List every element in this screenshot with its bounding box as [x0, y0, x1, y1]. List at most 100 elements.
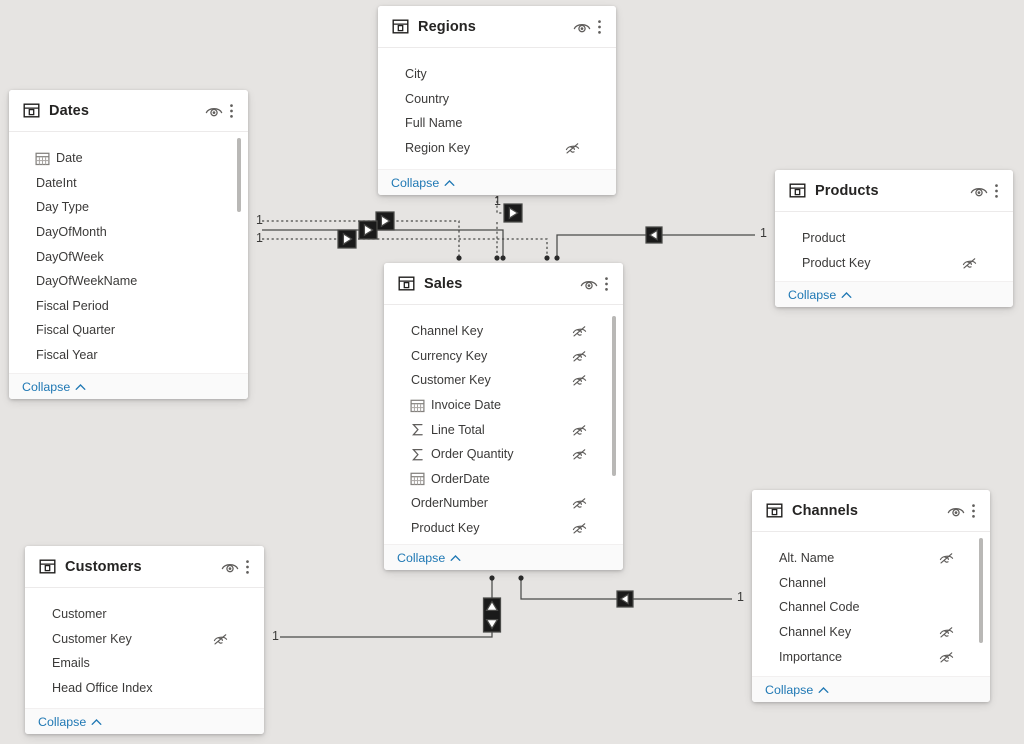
table-card-customers[interactable]: Customers CustomerCustomer KeyEmails Head … [25, 546, 264, 734]
field-row[interactable]: Product Key [775, 251, 1013, 276]
field-row[interactable]: Day Type [9, 195, 248, 220]
field-row[interactable]: DayOfWeekName [9, 269, 248, 294]
field-row[interactable]: OrderNumber [384, 491, 623, 516]
field-row[interactable]: Customer [25, 602, 264, 627]
field-row[interactable]: DayOfWeek [9, 244, 248, 269]
field-row[interactable]: Currency Key [384, 344, 623, 369]
field-name: Fiscal Period [36, 299, 109, 313]
field-row[interactable]: Importance [752, 644, 990, 669]
table-header-channels[interactable]: Channels [752, 490, 990, 532]
more-options-icon[interactable] [592, 17, 606, 37]
field-row[interactable]: Alt. Name [752, 546, 990, 571]
relationship-dates-sales-c[interactable] [262, 230, 550, 261]
eye-visible-icon[interactable] [572, 17, 592, 37]
collapse-button-products[interactable]: Collapse [775, 281, 1013, 307]
eye-hidden-icon[interactable] [572, 422, 587, 437]
field-row[interactable]: Order Quantity [384, 442, 623, 467]
relationship-customers-sales[interactable] [280, 575, 501, 637]
field-row[interactable]: DateInt [9, 171, 248, 196]
relationship-products-sales[interactable] [554, 227, 755, 261]
eye-hidden-icon[interactable] [565, 141, 580, 156]
eye-hidden-icon[interactable] [572, 447, 587, 462]
eye-hidden-icon[interactable] [939, 649, 954, 664]
more-options-icon[interactable] [966, 501, 980, 521]
field-name: Importance [779, 650, 842, 664]
field-row[interactable]: Invoice Date [384, 393, 623, 418]
relationship-dates-sales-b[interactable] [262, 221, 506, 261]
field-row[interactable]: Channel Code [752, 595, 990, 620]
eye-visible-icon[interactable] [969, 181, 989, 201]
table-card-dates[interactable]: DatesDateDateIntDay TypeDayOfMonthDayOfW… [9, 90, 248, 399]
field-list-scrollbar[interactable] [979, 538, 983, 672]
table-header-regions[interactable]: Regions [378, 6, 616, 48]
scrollbar-thumb[interactable] [237, 138, 241, 212]
collapse-button-customers[interactable]: Collapse [25, 708, 264, 734]
field-row[interactable]: Region Key [378, 136, 616, 161]
relationship-dates-sales-a[interactable] [262, 212, 462, 261]
collapse-button-regions[interactable]: Collapse [378, 169, 616, 195]
more-options-icon[interactable] [240, 557, 254, 577]
table-card-products[interactable]: Products Product Product Key Collapse [775, 170, 1013, 307]
field-list-scrollbar[interactable] [237, 138, 241, 369]
eye-hidden-icon[interactable] [939, 551, 954, 566]
eye-visible-icon[interactable] [220, 557, 240, 577]
collapse-button-sales[interactable]: Collapse [384, 544, 623, 570]
table-title-sales: Sales [424, 276, 579, 292]
eye-hidden-icon[interactable] [572, 496, 587, 511]
eye-visible-icon[interactable] [204, 101, 224, 121]
collapse-label: Collapse [788, 288, 836, 302]
collapse-label: Collapse [397, 551, 445, 565]
more-options-icon[interactable] [989, 181, 1003, 201]
field-row[interactable]: Customer Key [25, 627, 264, 652]
field-row[interactable]: Product [775, 226, 1013, 251]
eye-visible-icon[interactable] [946, 501, 966, 521]
field-list-scrollbar[interactable] [612, 311, 616, 540]
table-header-products[interactable]: Products [775, 170, 1013, 212]
eye-hidden-icon[interactable] [572, 373, 587, 388]
relationship-channels-sales[interactable] [518, 575, 732, 607]
field-name: Product [802, 231, 845, 245]
field-row[interactable]: Customer Key [384, 368, 623, 393]
field-row[interactable]: Fiscal Year [9, 343, 248, 368]
cardinality-label: 1 [272, 630, 279, 643]
scrollbar-thumb[interactable] [612, 316, 616, 476]
eye-hidden-icon[interactable] [939, 625, 954, 640]
field-row[interactable]: Line Total [384, 417, 623, 442]
field-row[interactable]: OrderDate [384, 467, 623, 492]
field-name: Channel [779, 576, 826, 590]
field-row[interactable]: Head Office Index [25, 676, 264, 701]
field-row[interactable]: Emails [25, 651, 264, 676]
more-options-icon[interactable] [224, 101, 238, 121]
field-name: Head Office Index [52, 681, 153, 695]
table-header-customers[interactable]: Customers [25, 546, 264, 588]
field-row[interactable]: Country [378, 87, 616, 112]
collapse-label: Collapse [765, 683, 813, 697]
field-row[interactable]: City [378, 62, 616, 87]
collapse-button-dates[interactable]: Collapse [9, 373, 248, 399]
field-row[interactable]: Channel [752, 571, 990, 596]
field-row[interactable]: Full Name [378, 111, 616, 136]
table-card-sales[interactable]: Sales Channel KeyCurrency KeyCustomer Key… [384, 263, 623, 570]
collapse-button-channels[interactable]: Collapse [752, 676, 990, 702]
table-header-dates[interactable]: Dates [9, 90, 248, 132]
field-row[interactable]: Channel Key [752, 620, 990, 645]
eye-hidden-icon[interactable] [962, 255, 977, 270]
field-row[interactable]: Date [9, 146, 248, 171]
eye-hidden-icon[interactable] [572, 348, 587, 363]
table-field-list-products: Product Product Key [775, 212, 1013, 281]
field-row[interactable]: Fiscal Period [9, 294, 248, 319]
scrollbar-thumb[interactable] [979, 538, 983, 643]
field-row[interactable]: Fiscal Quarter [9, 318, 248, 343]
field-row[interactable]: Product Key [384, 516, 623, 541]
more-options-icon[interactable] [599, 274, 613, 294]
model-diagram-canvas[interactable]: 111111 RegionsCityCountryFull NameRegion… [0, 0, 1024, 744]
eye-hidden-icon[interactable] [572, 324, 587, 339]
eye-hidden-icon[interactable] [213, 631, 228, 646]
eye-visible-icon[interactable] [579, 274, 599, 294]
table-card-regions[interactable]: Regions CityCountryFull NameRegion Key Col… [378, 6, 616, 195]
field-row[interactable]: DayOfMonth [9, 220, 248, 245]
eye-hidden-icon[interactable] [572, 521, 587, 536]
table-card-channels[interactable]: Channels Alt. Name Channel Channel CodeChan… [752, 490, 990, 702]
table-header-sales[interactable]: Sales [384, 263, 623, 305]
field-row[interactable]: Channel Key [384, 319, 623, 344]
